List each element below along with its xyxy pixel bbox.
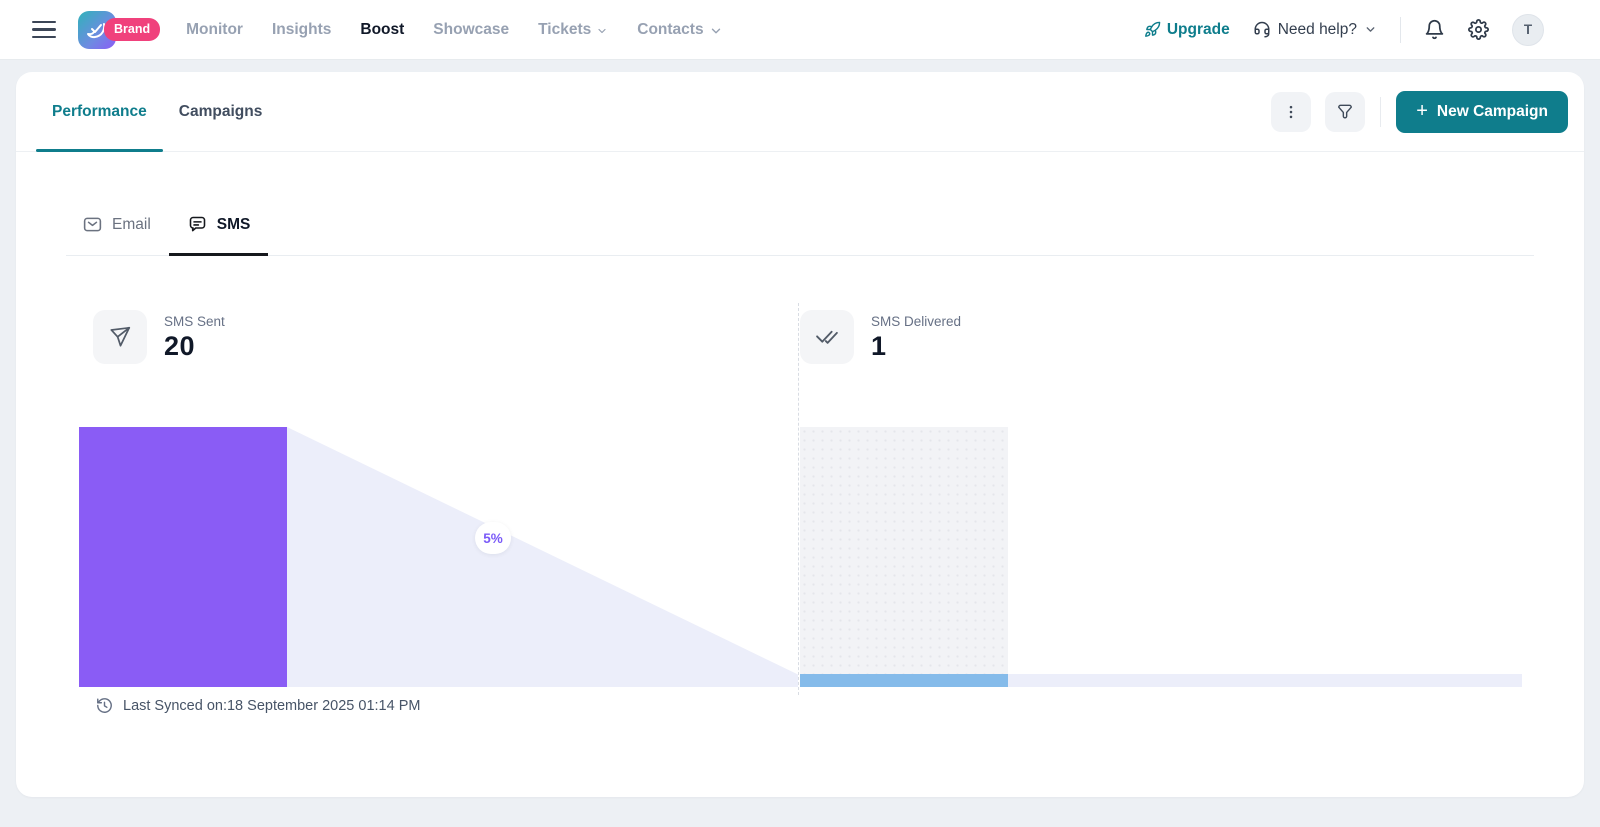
sms-sent-bar[interactable]	[79, 427, 287, 687]
nav-item-contacts-label: Contacts	[637, 21, 703, 39]
nav-item-monitor[interactable]: Monitor	[186, 21, 243, 39]
boost-performance-card: Performance Campaigns + New Campaign	[16, 72, 1584, 797]
clock-history-icon	[95, 696, 114, 715]
user-avatar[interactable]: T	[1512, 14, 1544, 46]
need-help-menu[interactable]: Need help?	[1253, 21, 1377, 39]
sms-delivered-value: 1	[871, 333, 961, 360]
sms-delivered-stat: SMS Delivered 1	[800, 310, 961, 364]
tab-sms-label: SMS	[217, 216, 251, 234]
funnel-connector-shape	[287, 427, 798, 687]
navbar-divider	[1400, 17, 1401, 43]
kebab-menu-icon	[1282, 103, 1300, 121]
chevron-down-icon	[709, 24, 723, 38]
plus-icon: +	[1416, 101, 1428, 121]
nav-item-boost[interactable]: Boost	[360, 21, 404, 39]
tab-sms[interactable]: SMS	[169, 202, 269, 255]
brand-badge: Brand	[104, 18, 160, 41]
new-campaign-button[interactable]: + New Campaign	[1396, 91, 1568, 133]
nav-item-showcase[interactable]: Showcase	[433, 21, 509, 39]
brand-logo[interactable]: Brand	[78, 11, 160, 49]
filter-funnel-icon	[1335, 102, 1355, 122]
sms-sent-stat: SMS Sent 20	[93, 310, 225, 364]
sms-delivered-bar[interactable]	[800, 674, 1008, 687]
sms-delivered-track	[800, 427, 1008, 674]
email-envelope-icon	[82, 214, 103, 235]
header-actions: + New Campaign	[1271, 72, 1568, 151]
avatar-initial: T	[1524, 22, 1532, 37]
funnel-tail-strip	[1008, 674, 1522, 687]
more-options-kebab-button[interactable]	[1271, 92, 1311, 132]
nav-item-tickets[interactable]: Tickets	[538, 21, 608, 39]
sms-sent-text: SMS Sent 20	[164, 314, 225, 360]
rocket-icon	[1144, 21, 1161, 38]
tab-email-label: Email	[112, 216, 151, 234]
last-synced-text: Last Synced on:18 September 2025 01:14 P…	[123, 698, 420, 714]
nav-item-contacts[interactable]: Contacts	[637, 21, 722, 39]
main-navigation: Monitor Insights Boost Showcase Tickets …	[186, 21, 722, 39]
filter-button[interactable]	[1325, 92, 1365, 132]
sms-funnel-chart: SMS Sent 20 SMS Delivered 1 5%	[79, 310, 1522, 687]
double-check-icon	[800, 310, 854, 364]
conversion-rate-badge: 5%	[475, 522, 511, 554]
sms-delivered-text: SMS Delivered 1	[871, 314, 961, 360]
settings-gear-button[interactable]	[1468, 19, 1489, 40]
tab-campaigns[interactable]: Campaigns	[163, 72, 279, 151]
sms-delivered-label: SMS Delivered	[871, 314, 961, 329]
tab-performance[interactable]: Performance	[36, 72, 163, 151]
headset-icon	[1253, 21, 1271, 39]
nav-item-insights[interactable]: Insights	[272, 21, 331, 39]
sms-sent-value: 20	[164, 333, 225, 360]
hamburger-menu-icon[interactable]	[32, 21, 56, 39]
card-header: Performance Campaigns + New Campaign	[16, 72, 1584, 152]
chevron-down-icon	[1364, 23, 1377, 36]
sms-bubble-icon	[187, 214, 208, 235]
last-synced-row: Last Synced on:18 September 2025 01:14 P…	[95, 696, 1584, 715]
bell-icon	[1424, 19, 1445, 40]
notifications-bell-button[interactable]	[1424, 19, 1445, 40]
send-icon	[93, 310, 147, 364]
new-campaign-label: New Campaign	[1437, 103, 1548, 121]
upgrade-label: Upgrade	[1167, 21, 1230, 39]
actions-divider	[1380, 97, 1381, 127]
chevron-down-icon	[596, 25, 608, 37]
top-navbar: Brand Monitor Insights Boost Showcase Ti…	[0, 0, 1600, 60]
stage-divider-dashed-line	[798, 303, 799, 695]
navbar-right-group: Upgrade Need help? T	[1144, 14, 1544, 46]
gear-icon	[1468, 19, 1489, 40]
channel-tabs: Email SMS	[66, 202, 1534, 256]
main-tabs: Performance Campaigns	[36, 72, 278, 151]
tab-email[interactable]: Email	[66, 202, 169, 255]
sms-sent-label: SMS Sent	[164, 314, 225, 329]
upgrade-link[interactable]: Upgrade	[1144, 21, 1230, 39]
need-help-label: Need help?	[1278, 21, 1357, 39]
nav-item-tickets-label: Tickets	[538, 21, 591, 39]
